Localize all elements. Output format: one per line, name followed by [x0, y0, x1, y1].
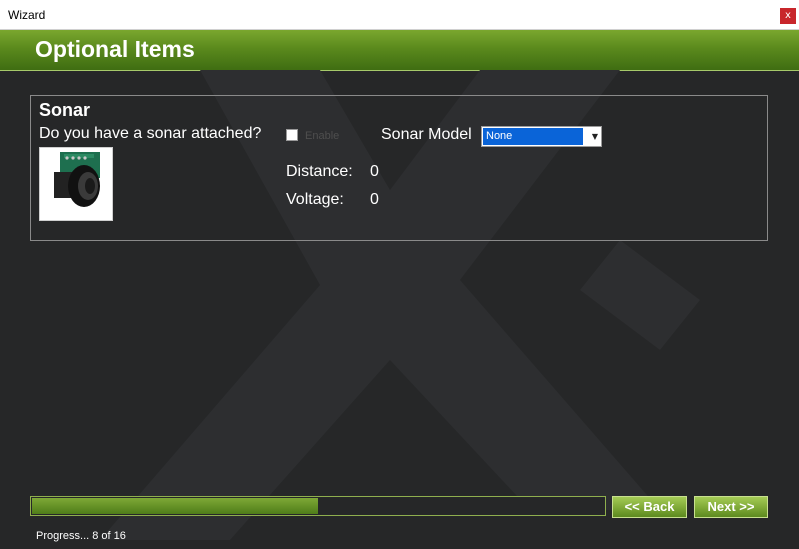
next-button[interactable]: Next >>	[694, 496, 768, 518]
sonar-model-value: None	[483, 128, 583, 145]
sonar-sensor-picture	[54, 152, 100, 207]
sonar-model-label: Sonar Model	[381, 126, 472, 143]
close-icon[interactable]: x	[780, 8, 796, 24]
voltage-label: Voltage:	[286, 191, 344, 208]
progress-status: Progress... 8 of 16	[36, 530, 126, 542]
progress-fill	[32, 498, 318, 514]
distance-value: 0	[370, 163, 379, 180]
voltage-value: 0	[370, 191, 379, 208]
window-title: Wizard	[8, 8, 46, 22]
section-title: Sonar	[39, 100, 91, 120]
sonar-question: Do you have a sonar attached?	[39, 125, 262, 142]
page-title: Optional Items	[35, 36, 195, 62]
progress-bar	[30, 496, 606, 516]
window-titlebar: Wizard x	[0, 0, 799, 30]
page-header: Optional Items	[0, 30, 799, 71]
sonar-panel	[30, 95, 768, 241]
distance-label: Distance:	[286, 163, 353, 180]
enable-checkbox[interactable]	[286, 129, 298, 141]
back-button[interactable]: << Back	[612, 496, 687, 518]
chevron-down-icon[interactable]: ▼	[592, 132, 598, 141]
sonar-model-select[interactable]: None ▼	[481, 126, 602, 147]
sonar-sensor-image	[39, 147, 113, 221]
enable-label: Enable	[305, 130, 340, 142]
